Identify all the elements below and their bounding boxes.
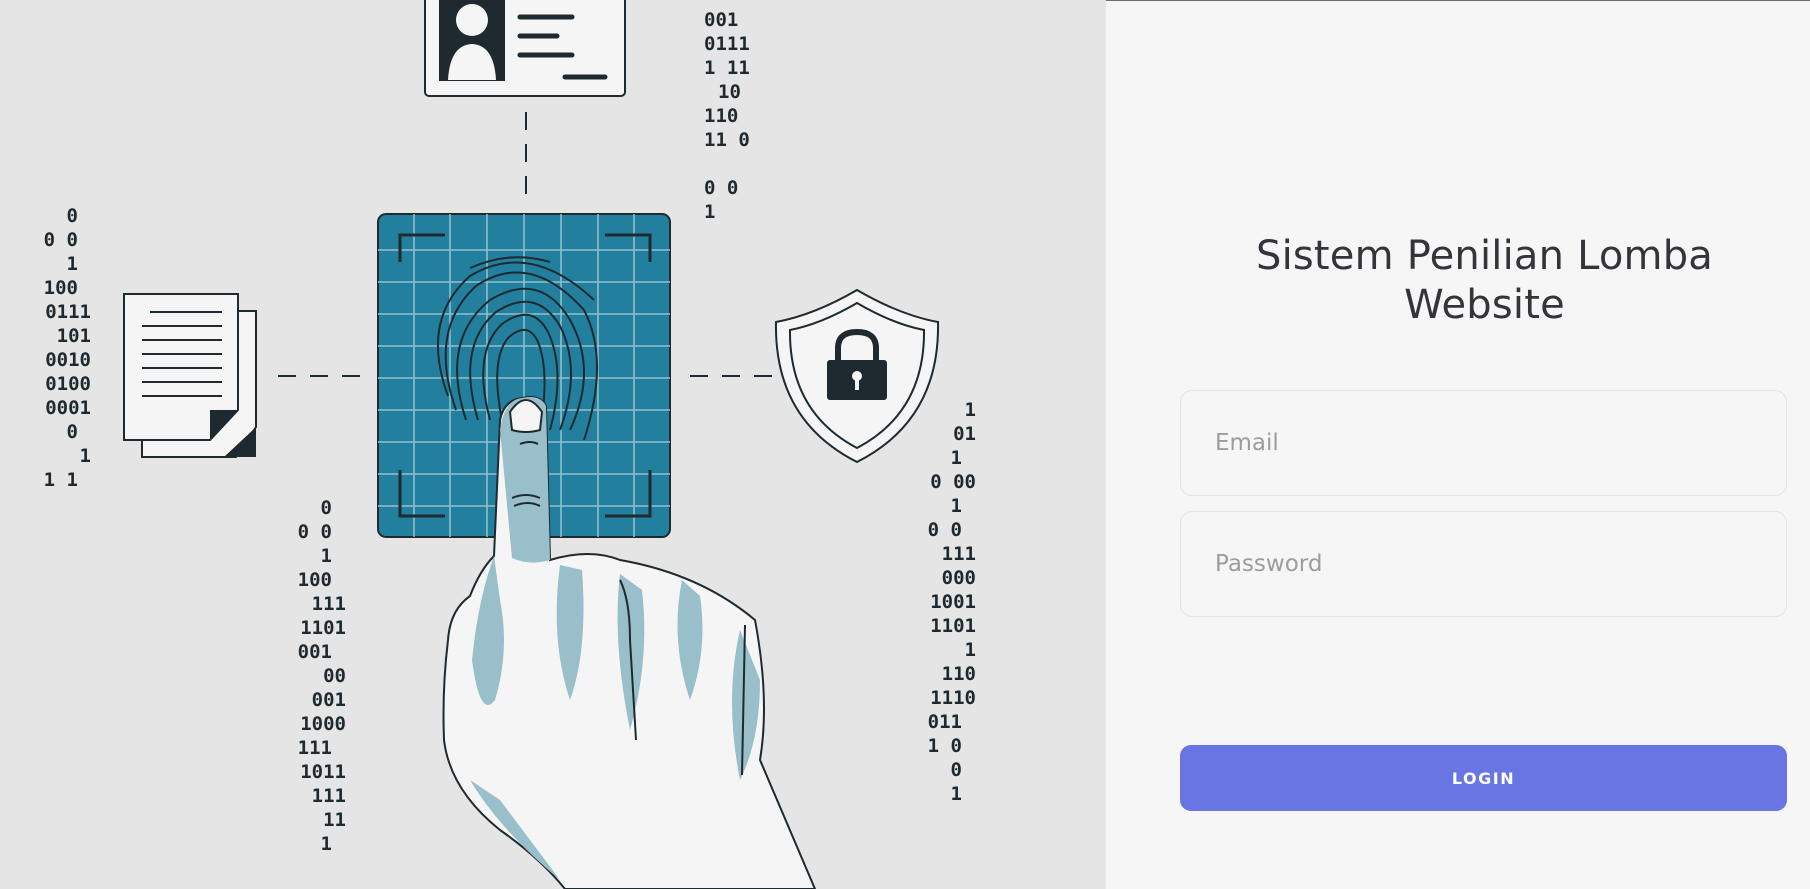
binary-text: 0 0 [44,229,78,251]
binary-text: 111 [312,785,346,807]
binary-text: 100 [44,277,78,299]
binary-text: 1101 [930,615,976,637]
binary-text: 1011 [300,761,346,783]
binary-text: 111 [298,737,332,759]
security-illustration: 0 0 0 1 100 0111 101 0010 0100 0001 0 1 … [44,0,976,889]
binary-text: 1000 [300,713,346,735]
binary-text: 1 [80,445,91,467]
binary-text: 001 [704,9,738,31]
binary-text: 0 [951,759,962,781]
binary-text: 0100 [45,373,91,395]
id-card-icon [424,0,626,97]
binary-text: 0 00 [930,471,976,493]
binary-text: 011 [928,711,962,733]
binary-text: 111 [312,593,346,615]
binary-text: 110 [704,105,738,127]
binary-text: 1 1 [44,469,78,491]
binary-text: 0 [67,421,78,443]
binary-text: 0 0 [704,177,738,199]
binary-text: 1 [951,447,962,469]
binary-text: 000 [942,567,976,589]
binary-text: 10 [718,81,741,103]
binary-text: 1 11 [704,57,750,79]
email-field[interactable] [1180,390,1787,496]
binary-text: 1001 [930,591,976,613]
binary-text: 1 [67,253,78,275]
binary-text: 101 [57,325,91,347]
binary-text: 0 0 [298,521,332,543]
binary-text: 1 [951,783,962,805]
binary-text: 111 [942,543,976,565]
binary-text: 00 [323,665,346,687]
binary-text: 01 [953,423,976,445]
binary-column-left: 0 0 0 1 100 0111 101 0010 0100 0001 0 1 … [44,205,91,491]
page-title-line-2: Website [1404,282,1565,328]
binary-column-top-right: 001 0111 1 11 10 110 11 0 0 0 1 [704,9,750,223]
binary-column-bottom-left: 0 0 0 1 100 111 1101 001 00 001 1000 111… [298,497,346,855]
binary-text: 1 [321,833,332,855]
illustration-panel: 0 0 0 1 100 0111 101 0010 0100 0001 0 1 … [0,0,1106,889]
binary-text: 11 0 [704,129,750,151]
binary-text: 0 0 [928,519,962,541]
binary-text: 1 0 [928,735,962,757]
page-title: Sistem Penilian Lomba Website [1180,232,1789,330]
binary-text: 001 [312,689,346,711]
binary-text: 1 [965,399,976,421]
binary-text: 0 [321,497,332,519]
shield-lock-icon [774,288,940,464]
binary-text: 100 [298,569,332,591]
binary-text: 1 [951,495,962,517]
binary-text: 0 [67,205,78,227]
binary-text: 0010 [45,349,91,371]
binary-column-right: 1 01 1 0 00 1 0 0 111 000 1001 1101 1 11… [928,399,976,805]
binary-text: 1110 [930,687,976,709]
binary-text: 1 [321,545,332,567]
binary-text: 110 [942,663,976,685]
document-icon [123,293,257,458]
binary-text: 11 [323,809,346,831]
binary-text: 0111 [704,33,750,55]
binary-text: 1 [965,639,976,661]
binary-text: 0111 [45,301,91,323]
page-title-line-1: Sistem Penilian Lomba [1255,233,1713,279]
binary-text: 001 [298,641,332,663]
binary-text: 1101 [300,617,346,639]
password-field[interactable] [1180,511,1787,617]
login-button[interactable]: LOGIN [1180,745,1787,811]
binary-text: 1 [704,201,715,223]
binary-text: 0001 [45,397,91,419]
